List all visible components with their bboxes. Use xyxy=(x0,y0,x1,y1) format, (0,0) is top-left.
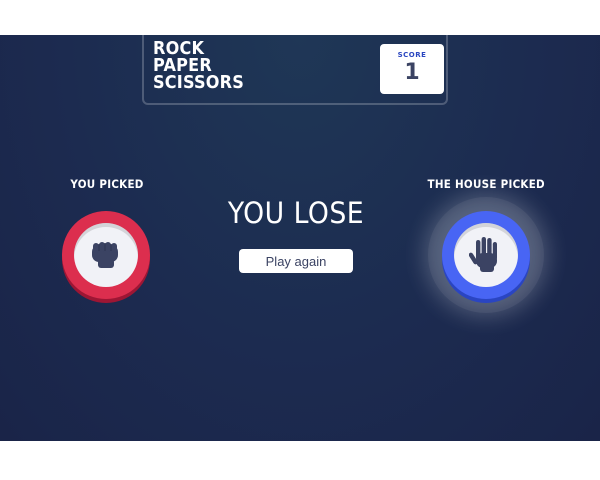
title-line-scissors: SCISSORS xyxy=(153,73,245,93)
score-value: 1 xyxy=(404,60,420,85)
rock-fist-icon xyxy=(88,237,124,273)
house-choice-paper xyxy=(442,211,530,299)
score-label: SCORE xyxy=(397,51,427,59)
score-box: SCORE 1 xyxy=(380,44,444,94)
player-choice-face xyxy=(74,223,138,287)
house-picked-label: THE HOUSE PICKED xyxy=(427,177,545,191)
you-picked-label: YOU PICKED xyxy=(70,177,144,191)
top-margin xyxy=(0,0,600,35)
play-again-button[interactable]: Play again xyxy=(239,249,353,273)
house-choice-face xyxy=(454,223,518,287)
paper-hand-icon xyxy=(469,236,503,274)
header-panel: ROCK PAPER SCISSORS SCORE 1 xyxy=(142,35,448,105)
bottom-margin xyxy=(0,441,600,480)
player-choice-rock xyxy=(62,211,150,299)
result-message: YOU LOSE xyxy=(227,196,365,230)
game-title: ROCK PAPER SCISSORS xyxy=(153,40,245,93)
